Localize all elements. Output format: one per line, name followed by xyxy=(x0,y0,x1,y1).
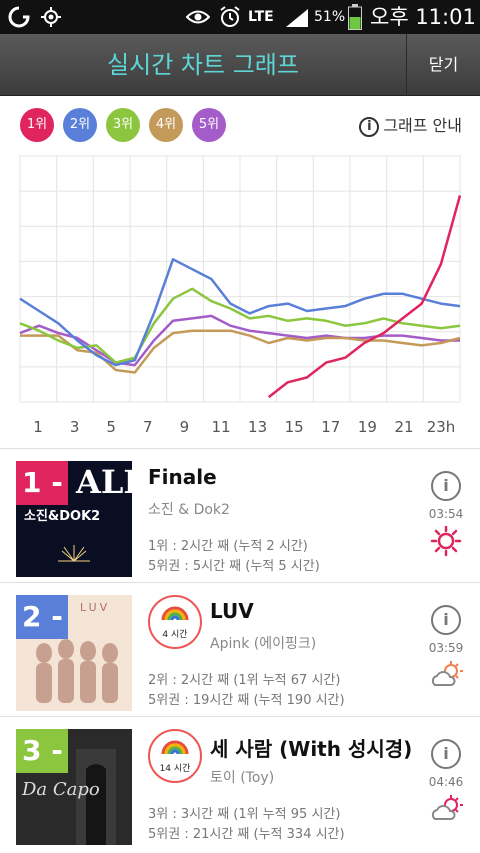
x-tick-label: 13 xyxy=(248,418,267,436)
rank-stats-1: 1위 : 2시간 째 (누적 2 시간) xyxy=(148,539,308,554)
rank-1-pill[interactable]: 1위 xyxy=(20,108,54,142)
rank-3-pill[interactable]: 3위 xyxy=(106,108,140,142)
rank-2-pill[interactable]: 2위 xyxy=(63,108,97,142)
x-tick-label: 9 xyxy=(180,418,190,436)
x-tick-label: 21 xyxy=(394,418,413,436)
song-info: i 03:59 xyxy=(426,605,466,689)
eye-icon xyxy=(186,10,210,24)
duration: 03:54 xyxy=(428,507,464,521)
duration: 04:46 xyxy=(428,775,464,789)
album-art-text: 소진&DOK2 xyxy=(24,509,101,524)
song-artist: Apink (에이핑크) xyxy=(210,636,317,652)
rainbow-badge: 4 시간 xyxy=(148,595,202,649)
song-list: ALE 소진&DOK2 1 - Finale 소진 & Dok2 1위 : 2시… xyxy=(0,448,480,850)
graph-guide-label: 그래프 안내 xyxy=(383,116,462,135)
album-art: Da Capo 3 - xyxy=(16,729,132,845)
x-tick-label: 1 xyxy=(33,418,43,436)
battery-icon xyxy=(348,4,362,30)
album-art-text: Da Capo xyxy=(22,779,100,800)
rank-stats-2: 5위권 : 19시간 째 (누적 190 시간) xyxy=(148,693,345,708)
rank-stats-2: 5위권 : 21시간 째 (누적 334 시간) xyxy=(148,827,345,842)
album-art: ALE 소진&DOK2 1 - xyxy=(16,461,132,577)
rank-badge: 3 - xyxy=(16,729,68,773)
x-tick-label: 19 xyxy=(358,418,377,436)
realtime-chart: 1 3 5 7 9 11 13 15 17 19 21 23h xyxy=(19,155,462,436)
list-item[interactable]: ALE 소진&DOK2 1 - Finale 소진 & Dok2 1위 : 2시… xyxy=(0,448,480,582)
song-info: i 03:54 xyxy=(426,471,466,557)
x-tick-label: 17 xyxy=(321,418,340,436)
sun-icon xyxy=(430,525,462,557)
album-art: LUV 2 - xyxy=(16,595,132,711)
network-type: LTE xyxy=(248,9,274,25)
song-title: LUV xyxy=(210,599,254,623)
rainbow-icon xyxy=(161,606,189,621)
info-icon: i xyxy=(359,116,380,137)
graph-guide-button[interactable]: i 그래프 안내 xyxy=(359,112,462,140)
rank-stats-1: 2위 : 2시간 째 (1위 누적 67 시간) xyxy=(148,673,341,688)
status-bar: LTE 51% 오후 11:01 xyxy=(0,0,480,34)
info-icon[interactable]: i xyxy=(431,471,461,501)
album-art-text: LUV xyxy=(80,601,111,614)
song-title: Finale xyxy=(148,465,217,489)
badge-hours: 4 시간 xyxy=(162,630,188,640)
x-tick-label: 3 xyxy=(70,418,80,436)
x-tick-label: 11 xyxy=(211,418,230,436)
list-item[interactable]: Da Capo 3 - 14 시간 세 사람 (With 성시경) 토이 (To… xyxy=(0,716,480,850)
cloud-sun-icon xyxy=(431,795,463,820)
rank-badge: 1 - xyxy=(16,461,68,505)
app-header: 실시간 차트 그래프 닫기 xyxy=(0,34,480,96)
x-tick-label: 23h xyxy=(427,418,456,436)
song-artist: 소진 & Dok2 xyxy=(148,502,230,518)
battery-percent: 51% xyxy=(314,9,346,25)
cloud-sun-icon xyxy=(431,661,463,686)
rank-5-pill[interactable]: 5위 xyxy=(192,108,226,142)
close-button[interactable]: 닫기 xyxy=(406,34,480,96)
x-tick-label: 5 xyxy=(106,418,116,436)
page-title: 실시간 차트 그래프 xyxy=(107,51,299,79)
x-tick-label: 15 xyxy=(285,418,304,436)
list-item[interactable]: LUV 2 - 4 시간 LUV Apink (에이핑크) 2위 : 2시간 째… xyxy=(0,582,480,716)
rank-4-pill[interactable]: 4위 xyxy=(149,108,183,142)
song-artist: 토이 (Toy) xyxy=(210,770,275,786)
gps-icon xyxy=(41,7,61,27)
signal-icon xyxy=(286,9,308,27)
carrier-icon xyxy=(8,6,30,28)
album-art-title: ALE xyxy=(76,463,132,501)
rank-stats-2: 5위권 : 5시간 째 (누적 5 시간) xyxy=(148,559,320,574)
rank-stats-1: 3위 : 3시간 째 (1위 누적 95 시간) xyxy=(148,807,341,822)
rank-badge: 2 - xyxy=(16,595,68,639)
clock: 오후 11:01 xyxy=(370,5,476,29)
info-icon[interactable]: i xyxy=(431,605,461,635)
x-tick-label: 7 xyxy=(143,418,153,436)
info-icon[interactable]: i xyxy=(431,739,461,769)
song-info: i 04:46 xyxy=(426,739,466,823)
rainbow-icon xyxy=(161,740,189,755)
duration: 03:59 xyxy=(428,641,464,655)
song-title: 세 사람 (With 성시경) xyxy=(210,737,413,761)
badge-hours: 14 시간 xyxy=(159,764,191,774)
alarm-icon xyxy=(220,6,240,27)
rainbow-badge: 14 시간 xyxy=(148,729,202,783)
